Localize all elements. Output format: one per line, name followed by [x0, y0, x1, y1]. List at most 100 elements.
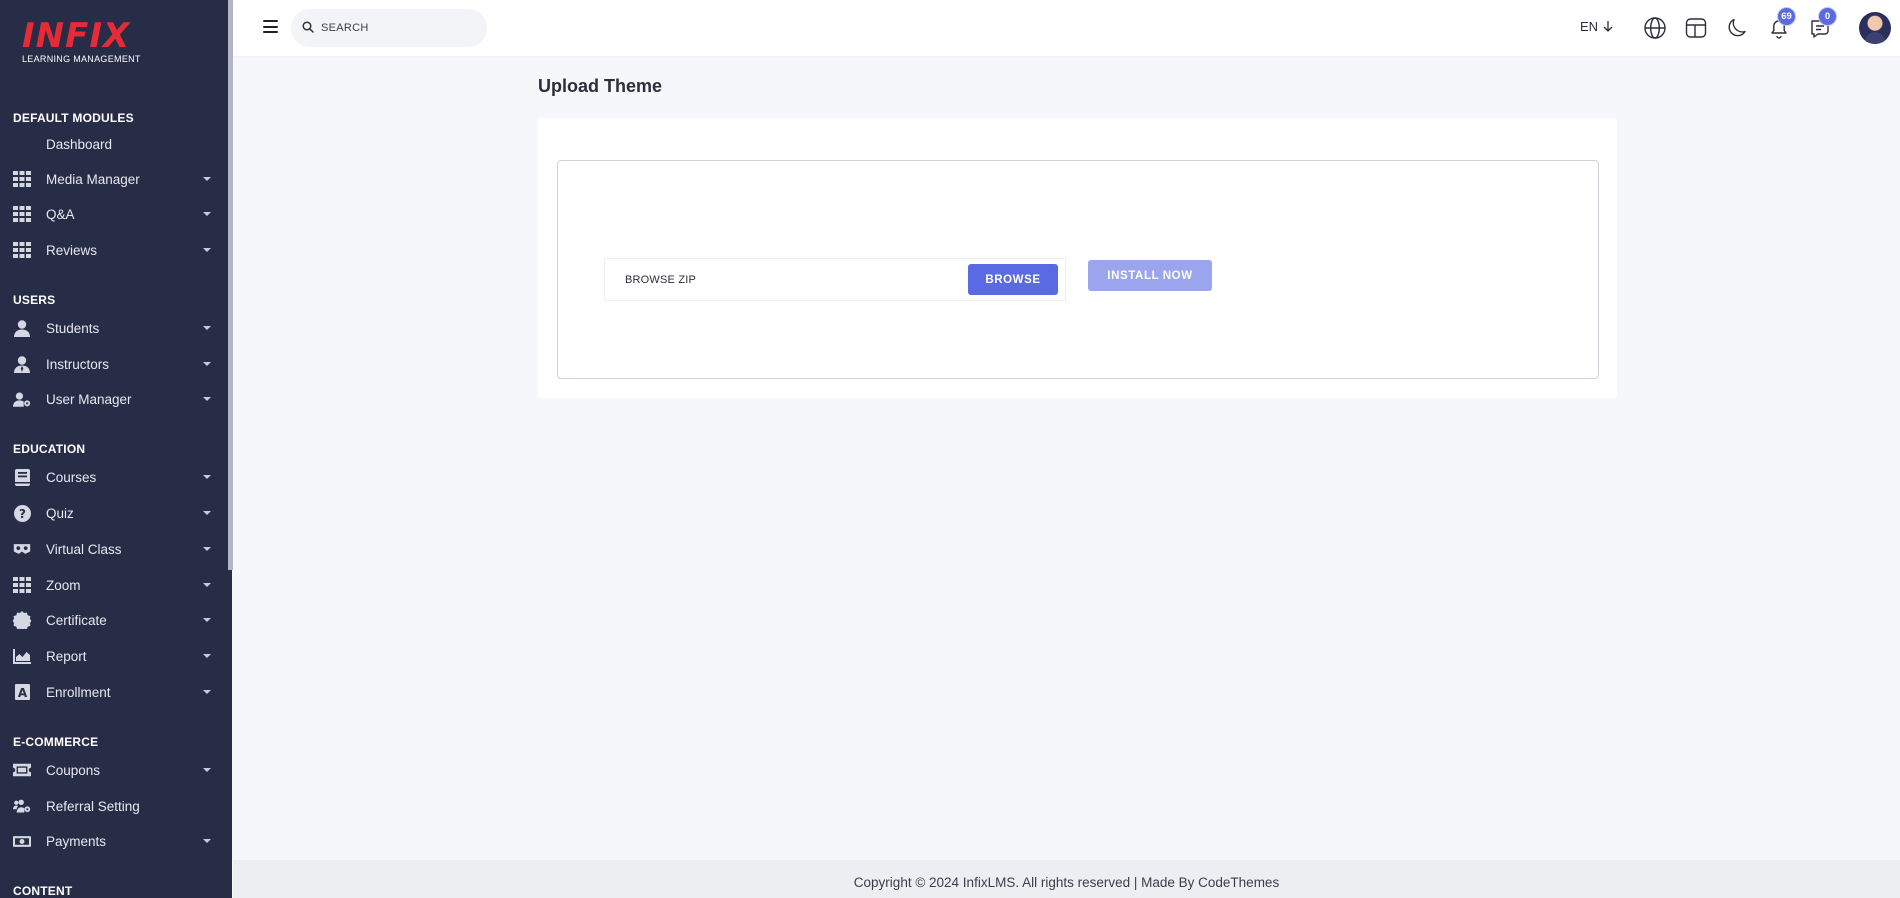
caret-down-icon: [203, 248, 211, 252]
sidebar-item-quiz[interactable]: ? Quiz: [0, 498, 228, 528]
caret-down-icon: [203, 768, 211, 772]
sidebar-item-media-manager[interactable]: Media Manager: [0, 164, 228, 194]
user-avatar[interactable]: [1859, 12, 1891, 44]
caret-down-icon: [203, 212, 211, 216]
sidebar-item-label: Q&A: [46, 206, 75, 222]
layout-icon: [1685, 18, 1707, 38]
caret-down-icon: [203, 326, 211, 330]
section-title-education: EDUCATION: [13, 442, 86, 456]
user-gear-icon: [13, 390, 31, 408]
money-icon: [13, 832, 31, 850]
grid-icon: [13, 576, 31, 594]
globe-button[interactable]: [1643, 16, 1667, 40]
logo[interactable]: INFIX LEARNING MANAGEMENT: [22, 18, 141, 64]
svg-text:A: A: [17, 686, 27, 700]
svg-text:?: ?: [19, 507, 26, 521]
search-box[interactable]: [291, 9, 487, 47]
sidebar-item-label: Payments: [46, 833, 107, 849]
sidebar-item-label: Report: [46, 648, 87, 664]
arrow-down-icon: [1603, 21, 1613, 32]
zip-file-field[interactable]: BROWSE ZIP BROWSE: [604, 258, 1066, 301]
upload-theme-card: BROWSE ZIP BROWSE INSTALL NOW: [538, 118, 1617, 398]
sidebar-item-report[interactable]: Report: [0, 641, 228, 671]
search-input[interactable]: [321, 18, 471, 38]
moon-icon: [1728, 18, 1746, 37]
vr-icon: [13, 540, 31, 558]
section-title-ecommerce: E-COMMERCE: [13, 735, 99, 749]
chart-icon: [13, 647, 31, 665]
user-tie-icon: [13, 355, 31, 373]
caret-down-icon: [203, 690, 211, 694]
caret-down-icon: [203, 511, 211, 515]
sidebar-item-label: User Manager: [46, 391, 132, 407]
sidebar-item-label: Enrollment: [46, 684, 111, 700]
footer: Copyright © 2024 InfixLMS. All rights re…: [233, 860, 1900, 898]
sidebar-item-label: Students: [46, 320, 100, 336]
caret-down-icon: [203, 547, 211, 551]
grid-icon: [13, 170, 31, 188]
sidebar-item-label: Certificate: [46, 612, 107, 628]
sidebar-item-coupons[interactable]: Coupons: [0, 755, 228, 785]
section-title-default-modules: DEFAULT MODULES: [13, 111, 134, 125]
sidebar-item-label: Virtual Class: [46, 541, 122, 557]
book-icon: [13, 468, 31, 486]
section-title-content: CONTENT: [13, 884, 73, 898]
section-title-users: USERS: [13, 293, 56, 307]
language-selector[interactable]: EN: [1580, 19, 1613, 34]
sidebar-item-qa[interactable]: Q&A: [0, 199, 228, 229]
page-title: Upload Theme: [538, 76, 663, 96]
sidebar-item-referral-setting[interactable]: Referral Setting: [0, 791, 228, 821]
sidebar-item-label: Media Manager: [46, 171, 140, 187]
notifications-button[interactable]: 69: [1767, 7, 1796, 40]
ticket-icon: [13, 761, 31, 779]
sidebar-item-label: Instructors: [46, 356, 110, 372]
globe-icon: [1644, 17, 1666, 39]
sidebar-item-label: Zoom: [46, 577, 81, 593]
sidebar-item-label: Reviews: [46, 242, 98, 258]
notifications-count-badge: 69: [1777, 7, 1796, 26]
caret-down-icon: [203, 362, 211, 366]
caret-down-icon: [203, 177, 211, 181]
messages-button[interactable]: 0: [1808, 7, 1837, 40]
enrollment-icon: A: [13, 683, 31, 701]
layout-button[interactable]: [1684, 16, 1708, 40]
sidebar-scrollbar[interactable]: [228, 0, 233, 570]
sidebar-item-label: Courses: [46, 469, 97, 485]
sidebar-item-certificate[interactable]: Certificate: [0, 605, 228, 635]
sidebar-item-reviews[interactable]: Reviews: [0, 235, 228, 265]
menu-toggle-icon[interactable]: [263, 20, 278, 33]
caret-down-icon: [203, 839, 211, 843]
search-icon: [302, 21, 314, 33]
caret-down-icon: [203, 475, 211, 479]
top-header: EN 69 0: [233, 0, 1900, 56]
sidebar-item-payments[interactable]: Payments: [0, 826, 228, 856]
upload-box: BROWSE ZIP BROWSE INSTALL NOW: [557, 160, 1599, 379]
question-icon: ?: [13, 504, 31, 522]
grid-icon: [13, 241, 31, 259]
sidebar-item-virtual-class[interactable]: Virtual Class: [0, 534, 228, 564]
messages-count-badge: 0: [1818, 7, 1837, 26]
dark-mode-button[interactable]: [1725, 16, 1749, 40]
copyright-text: Copyright © 2024 InfixLMS. All rights re…: [853, 875, 1280, 890]
language-label: EN: [1580, 19, 1599, 34]
sidebar-item-students[interactable]: Students: [0, 313, 228, 343]
sidebar-item-instructors[interactable]: Instructors: [0, 349, 228, 379]
caret-down-icon: [203, 618, 211, 622]
logo-text: INFIX: [22, 16, 131, 56]
sidebar-item-courses[interactable]: Courses: [0, 462, 228, 492]
user-icon: [13, 319, 31, 337]
grid-icon: [13, 205, 31, 223]
browse-button[interactable]: BROWSE: [968, 264, 1058, 295]
caret-down-icon: [203, 654, 211, 658]
logo-subtitle: LEARNING MANAGEMENT: [22, 54, 141, 64]
sidebar-item-user-manager[interactable]: User Manager: [0, 384, 228, 414]
sidebar-item-label: Referral Setting: [46, 798, 140, 814]
sidebar-item-zoom[interactable]: Zoom: [0, 570, 228, 600]
sidebar-item-label: Quiz: [46, 505, 74, 521]
sidebar-item-enrollment[interactable]: A Enrollment: [0, 677, 228, 707]
users-gear-icon: [13, 797, 31, 815]
install-now-button[interactable]: INSTALL NOW: [1088, 260, 1212, 291]
sidebar-item-dashboard[interactable]: Dashboard: [0, 129, 228, 159]
certificate-icon: [13, 611, 31, 629]
caret-down-icon: [203, 583, 211, 587]
